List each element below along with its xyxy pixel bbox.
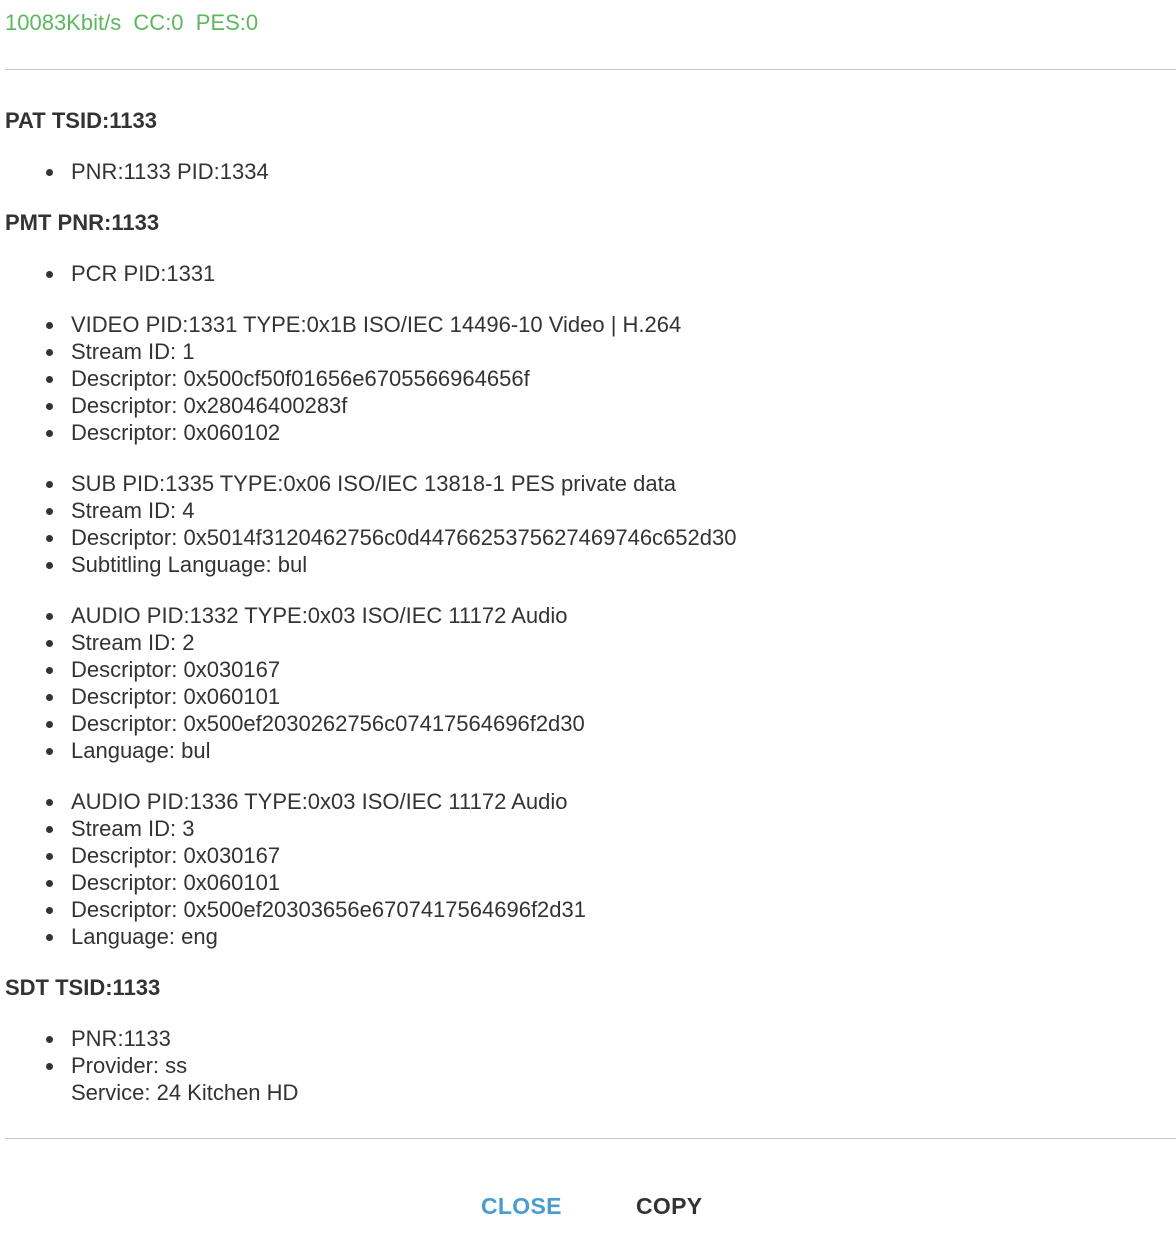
list-item: AUDIO PID:1336 TYPE:0x03 ISO/IEC 11172 A… (5, 788, 1170, 815)
bullet-icon (46, 613, 53, 620)
list-item: Descriptor: 0x060101 (5, 683, 1170, 710)
bullet-icon (46, 508, 53, 515)
bullet-icon (46, 694, 53, 701)
bottom-divider (5, 1138, 1176, 1139)
bullet-icon (46, 1063, 53, 1070)
list-item: Subtitling Language: bul (5, 551, 1170, 578)
pat-list: PNR:1133 PID:1334 (5, 158, 1170, 185)
pmt-title: PMT PNR:1133 (5, 210, 160, 235)
bullet-icon (46, 349, 53, 356)
bullet-icon (46, 169, 53, 176)
bullet-icon (46, 376, 53, 383)
bullet-icon (46, 880, 53, 887)
bullet-icon (46, 721, 53, 728)
bullet-icon (46, 907, 53, 914)
list-item: Descriptor: 0x060102 (5, 419, 1170, 446)
list-item: SUB PID:1335 TYPE:0x06 ISO/IEC 13818-1 P… (5, 470, 1170, 497)
close-button[interactable]: CLOSE (481, 1190, 562, 1222)
list-item-continuation: Service: 24 Kitchen HD (71, 1080, 299, 1105)
pmt-pcr-list: PCR PID:1331 (5, 260, 1170, 287)
bullet-icon (46, 271, 53, 278)
pmt-video-list: VIDEO PID:1331 TYPE:0x1B ISO/IEC 14496-1… (5, 311, 1170, 446)
bullet-icon (46, 535, 53, 542)
pat-title: PAT TSID:1133 (5, 108, 158, 133)
list-item: Stream ID: 4 (5, 497, 1170, 524)
stream-status: 10083Kbit/s CC:0 PES:0 (5, 10, 259, 35)
bullet-icon (46, 748, 53, 755)
list-item: PNR:1133 (5, 1025, 1170, 1052)
pmt-audio1-list: AUDIO PID:1332 TYPE:0x03 ISO/IEC 11172 A… (5, 602, 1170, 764)
dialog-actions: CLOSE COPY (0, 1190, 1176, 1222)
list-item: Descriptor: 0x5014f3120462756c0d44766253… (5, 524, 1170, 551)
list-item: Descriptor: 0x030167 (5, 656, 1170, 683)
list-item: Descriptor: 0x500ef20303656e670741756469… (5, 896, 1170, 923)
list-item: Descriptor: 0x060101 (5, 869, 1170, 896)
copy-button[interactable]: COPY (636, 1190, 702, 1222)
list-item: VIDEO PID:1331 TYPE:0x1B ISO/IEC 14496-1… (5, 311, 1170, 338)
sdt-list: PNR:1133 Provider: ss Service: 24 Kitche… (5, 1025, 1170, 1106)
list-item: Stream ID: 2 (5, 629, 1170, 656)
list-item: Descriptor: 0x28046400283f (5, 392, 1170, 419)
bullet-icon (46, 853, 53, 860)
list-item: Descriptor: 0x030167 (5, 842, 1170, 869)
bullet-icon (46, 481, 53, 488)
bullet-icon (46, 934, 53, 941)
top-divider (5, 69, 1176, 70)
list-item: Provider: ss (5, 1052, 1170, 1079)
sdt-title: SDT TSID:1133 (5, 975, 161, 1000)
bullet-icon (46, 826, 53, 833)
list-item: Stream ID: 1 (5, 338, 1170, 365)
bullet-icon (46, 667, 53, 674)
list-item: PCR PID:1331 (5, 260, 1170, 287)
list-item: Language: eng (5, 923, 1170, 950)
list-item: Language: bul (5, 737, 1170, 764)
pmt-sub-list: SUB PID:1335 TYPE:0x06 ISO/IEC 13818-1 P… (5, 470, 1170, 578)
bullet-icon (46, 640, 53, 647)
list-item: PNR:1133 PID:1334 (5, 158, 1170, 185)
bullet-icon (46, 1036, 53, 1043)
bullet-icon (46, 799, 53, 806)
list-item: Stream ID: 3 (5, 815, 1170, 842)
bullet-icon (46, 430, 53, 437)
stream-info-content: PAT TSID:1133 PNR:1133 PID:1334 PMT PNR:… (5, 107, 1170, 1106)
bullet-icon (46, 322, 53, 329)
list-item: Descriptor: 0x500cf50f01656e670556696465… (5, 365, 1170, 392)
bullet-icon (46, 403, 53, 410)
bullet-icon (46, 562, 53, 569)
pmt-audio2-list: AUDIO PID:1336 TYPE:0x03 ISO/IEC 11172 A… (5, 788, 1170, 950)
list-item: AUDIO PID:1332 TYPE:0x03 ISO/IEC 11172 A… (5, 602, 1170, 629)
list-item: Descriptor: 0x500ef2030262756c0741756469… (5, 710, 1170, 737)
